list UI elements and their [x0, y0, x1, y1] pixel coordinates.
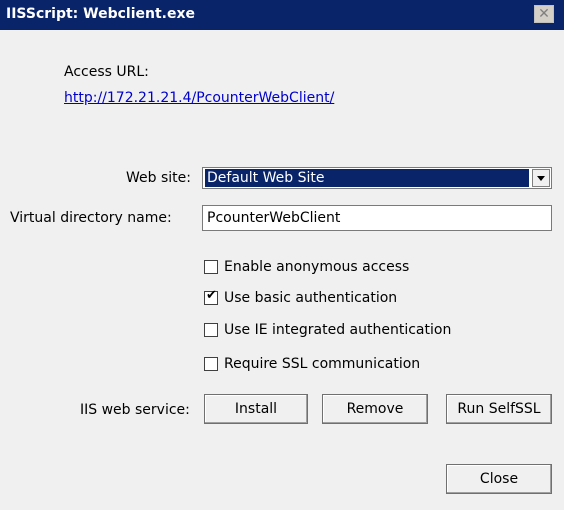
run-selfssl-button[interactable]: Run SelfSSL	[446, 394, 552, 424]
close-icon[interactable]: ✕	[534, 5, 554, 23]
checkbox-label: Use IE integrated authentication	[224, 322, 452, 338]
checkbox[interactable]	[204, 357, 218, 371]
checkbox[interactable]: ✔	[204, 288, 218, 305]
web-site-select[interactable]: Default Web Site	[202, 167, 552, 189]
remove-button[interactable]: Remove	[322, 394, 428, 424]
web-site-label: Web site:	[126, 170, 191, 186]
checkbox[interactable]	[204, 323, 218, 337]
checkbox[interactable]	[204, 260, 218, 274]
checkbox-label: Enable anonymous access	[224, 259, 410, 275]
window-title: IISScript: Webclient.exe	[6, 6, 195, 22]
access-url-link[interactable]: http://172.21.21.4/PcounterWebClient/	[64, 90, 334, 106]
checkbox-label: Require SSL communication	[224, 356, 421, 372]
web-site-selected-value: Default Web Site	[205, 169, 529, 187]
virtual-directory-input[interactable]: PcounterWebClient	[202, 205, 552, 231]
virtual-directory-label: Virtual directory name:	[10, 210, 172, 226]
install-button[interactable]: Install	[204, 394, 308, 424]
checkbox-label: Use basic authentication	[224, 290, 398, 306]
access-url-label: Access URL:	[64, 64, 149, 80]
title-bar[interactable]: IISScript: Webclient.exe ✕	[0, 0, 564, 30]
dialog-window: IISScript: Webclient.exe ✕ Access URL: h…	[0, 0, 564, 510]
checkmark-icon: ✔	[206, 288, 217, 303]
chevron-down-icon[interactable]	[532, 169, 550, 187]
close-button[interactable]: Close	[446, 464, 552, 494]
iis-web-service-label: IIS web service:	[80, 402, 190, 418]
